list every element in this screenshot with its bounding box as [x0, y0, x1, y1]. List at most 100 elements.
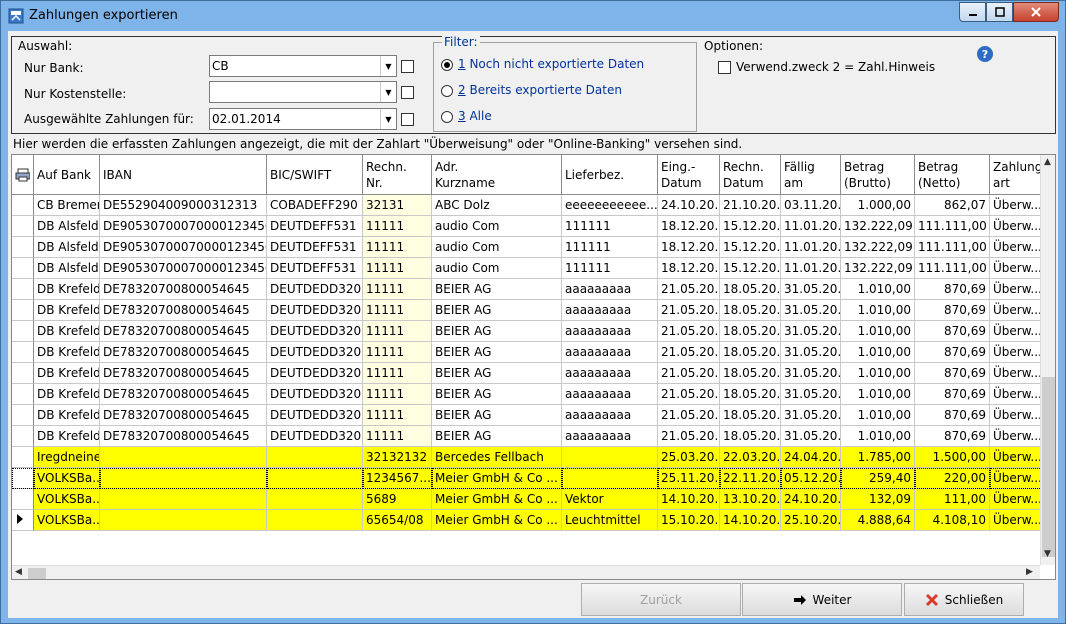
row-indicator[interactable]	[12, 468, 34, 489]
table-cell[interactable]: 31.05.20...	[781, 279, 841, 300]
table-cell[interactable]	[562, 468, 658, 489]
row-indicator[interactable]	[12, 489, 34, 510]
table-cell[interactable]: DB Krefeld	[34, 426, 100, 447]
table-cell[interactable]: aaaaaaaaa	[562, 405, 658, 426]
table-cell[interactable]: Überw...	[990, 300, 1042, 321]
table-cell[interactable]: 21.05.20...	[658, 300, 720, 321]
table-cell[interactable]: 22.11.20...	[720, 468, 781, 489]
column-header[interactable]: Eing.- Datum	[658, 155, 720, 195]
table-cell[interactable]: Meier GmbH & Co ...	[432, 468, 562, 489]
table-cell[interactable]: 11111	[363, 342, 432, 363]
table-cell[interactable]	[100, 468, 267, 489]
table-cell[interactable]	[267, 510, 363, 531]
table-cell[interactable]: COBADEFF290	[267, 195, 363, 216]
row-indicator[interactable]	[12, 426, 34, 447]
table-cell[interactable]: Überw...	[990, 216, 1042, 237]
table-cell[interactable]: Überw...	[990, 195, 1042, 216]
table-cell[interactable]: 11111	[363, 384, 432, 405]
column-header[interactable]: Auf Bank	[34, 155, 100, 195]
table-cell[interactable]: 111,00	[915, 489, 990, 510]
scroll-down-icon[interactable]: ▼	[1044, 549, 1051, 559]
table-cell[interactable]: 31.05.20...	[781, 342, 841, 363]
table-cell[interactable]: DB Krefeld	[34, 342, 100, 363]
table-cell[interactable]: 1.785,00	[841, 447, 915, 468]
table-cell[interactable]: 111.111,00	[915, 216, 990, 237]
table-cell[interactable]: 15.12.20...	[720, 258, 781, 279]
table-cell[interactable]: 1.010,00	[841, 426, 915, 447]
table-cell[interactable]: 111.111,00	[915, 237, 990, 258]
column-header[interactable]: Lieferbez.	[562, 155, 658, 195]
column-header[interactable]: Zahlungs art	[990, 155, 1049, 195]
table-cell[interactable]: DEUTDEDD320	[267, 426, 363, 447]
table-cell[interactable]: 24.10.20...	[658, 195, 720, 216]
column-header[interactable]: Rechn. Nr.	[363, 155, 432, 195]
table-cell[interactable]: BEIER AG	[432, 405, 562, 426]
table-cell[interactable]: 15.12.20...	[720, 216, 781, 237]
table-cell[interactable]: 870,69	[915, 342, 990, 363]
table-cell[interactable]: DEUTDEFF531	[267, 258, 363, 279]
table-cell[interactable]: aaaaaaaaa	[562, 363, 658, 384]
table-cell[interactable]: 11.01.20...	[781, 216, 841, 237]
table-cell[interactable]: 1.010,00	[841, 342, 915, 363]
table-cell[interactable]	[562, 447, 658, 468]
table-cell[interactable]: 32132132	[363, 447, 432, 468]
table-cell[interactable]: Überw...	[990, 426, 1042, 447]
column-header[interactable]: Betrag (Netto)	[915, 155, 990, 195]
table-cell[interactable]: Überw...	[990, 489, 1042, 510]
table-cell[interactable]: Überw...	[990, 279, 1042, 300]
table-cell[interactable]: Überw...	[990, 363, 1042, 384]
table-cell[interactable]: VOLKSBa...	[34, 468, 100, 489]
cost-combo[interactable]: ▼	[209, 81, 397, 103]
table-cell[interactable]: DB Alsfeld	[34, 258, 100, 279]
table-cell[interactable]: 31.05.20...	[781, 321, 841, 342]
filter-radio-2[interactable]	[441, 85, 453, 97]
table-cell[interactable]: 111111	[562, 237, 658, 258]
table-cell[interactable]: 18.12.20...	[658, 258, 720, 279]
table-cell[interactable]: 11111	[363, 405, 432, 426]
table-cell[interactable]: 11111	[363, 216, 432, 237]
table-cell[interactable]: Überw...	[990, 468, 1042, 489]
column-header[interactable]: Betrag (Brutto)	[841, 155, 915, 195]
next-button[interactable]: Weiter	[742, 583, 902, 616]
table-cell[interactable]: 11111	[363, 321, 432, 342]
verwendungszweck-label[interactable]: Verwend.zweck 2 = Zahl.Hinweis	[736, 60, 935, 74]
chevron-down-icon[interactable]: ▼	[380, 109, 396, 129]
table-cell[interactable]: DE90530700070000123456	[100, 258, 267, 279]
table-cell[interactable]: DE78320700800054645	[100, 384, 267, 405]
table-cell[interactable]: 4.888,64	[841, 510, 915, 531]
row-indicator[interactable]	[12, 510, 34, 531]
table-cell[interactable]: 132,09	[841, 489, 915, 510]
table-cell[interactable]: DE90530700070000123456	[100, 237, 267, 258]
table-cell[interactable]: 25.11.20...	[658, 468, 720, 489]
row-indicator[interactable]	[12, 237, 34, 258]
cost-checkbox[interactable]	[401, 86, 414, 99]
table-cell[interactable]: 11111	[363, 363, 432, 384]
table-cell[interactable]: 18.12.20...	[658, 216, 720, 237]
table-cell[interactable]: 15.12.20...	[720, 237, 781, 258]
table-cell[interactable]: DEUTDEDD320	[267, 342, 363, 363]
table-cell[interactable]: aaaaaaaaa	[562, 279, 658, 300]
filter-option-1[interactable]: 1 Noch nicht exportierte Daten	[458, 57, 644, 71]
table-cell[interactable]: 14.10.20...	[658, 489, 720, 510]
table-cell[interactable]: 132.222,09	[841, 237, 915, 258]
table-cell[interactable]: DB Krefeld	[34, 405, 100, 426]
table-cell[interactable]: 11111	[363, 300, 432, 321]
table-cell[interactable]: 5689	[363, 489, 432, 510]
chevron-down-icon[interactable]: ▼	[380, 56, 396, 76]
row-indicator[interactable]	[12, 405, 34, 426]
table-cell[interactable]: 11.01.20...	[781, 237, 841, 258]
table-cell[interactable]: BEIER AG	[432, 384, 562, 405]
table-cell[interactable]: 870,69	[915, 300, 990, 321]
table-cell[interactable]: DB Krefeld	[34, 321, 100, 342]
table-cell[interactable]: 15.10.20...	[658, 510, 720, 531]
table-cell[interactable]: 11.01.20...	[781, 258, 841, 279]
table-cell[interactable]: 31.05.20...	[781, 384, 841, 405]
table-cell[interactable]: audio Com	[432, 237, 562, 258]
table-cell[interactable]: ABC Dolz	[432, 195, 562, 216]
table-cell[interactable]	[267, 447, 363, 468]
table-cell[interactable]: 21.10.20...	[720, 195, 781, 216]
help-icon[interactable]: ?	[977, 46, 993, 62]
table-cell[interactable]: aaaaaaaaa	[562, 321, 658, 342]
table-cell[interactable]	[100, 489, 267, 510]
table-cell[interactable]: 21.05.20...	[658, 405, 720, 426]
